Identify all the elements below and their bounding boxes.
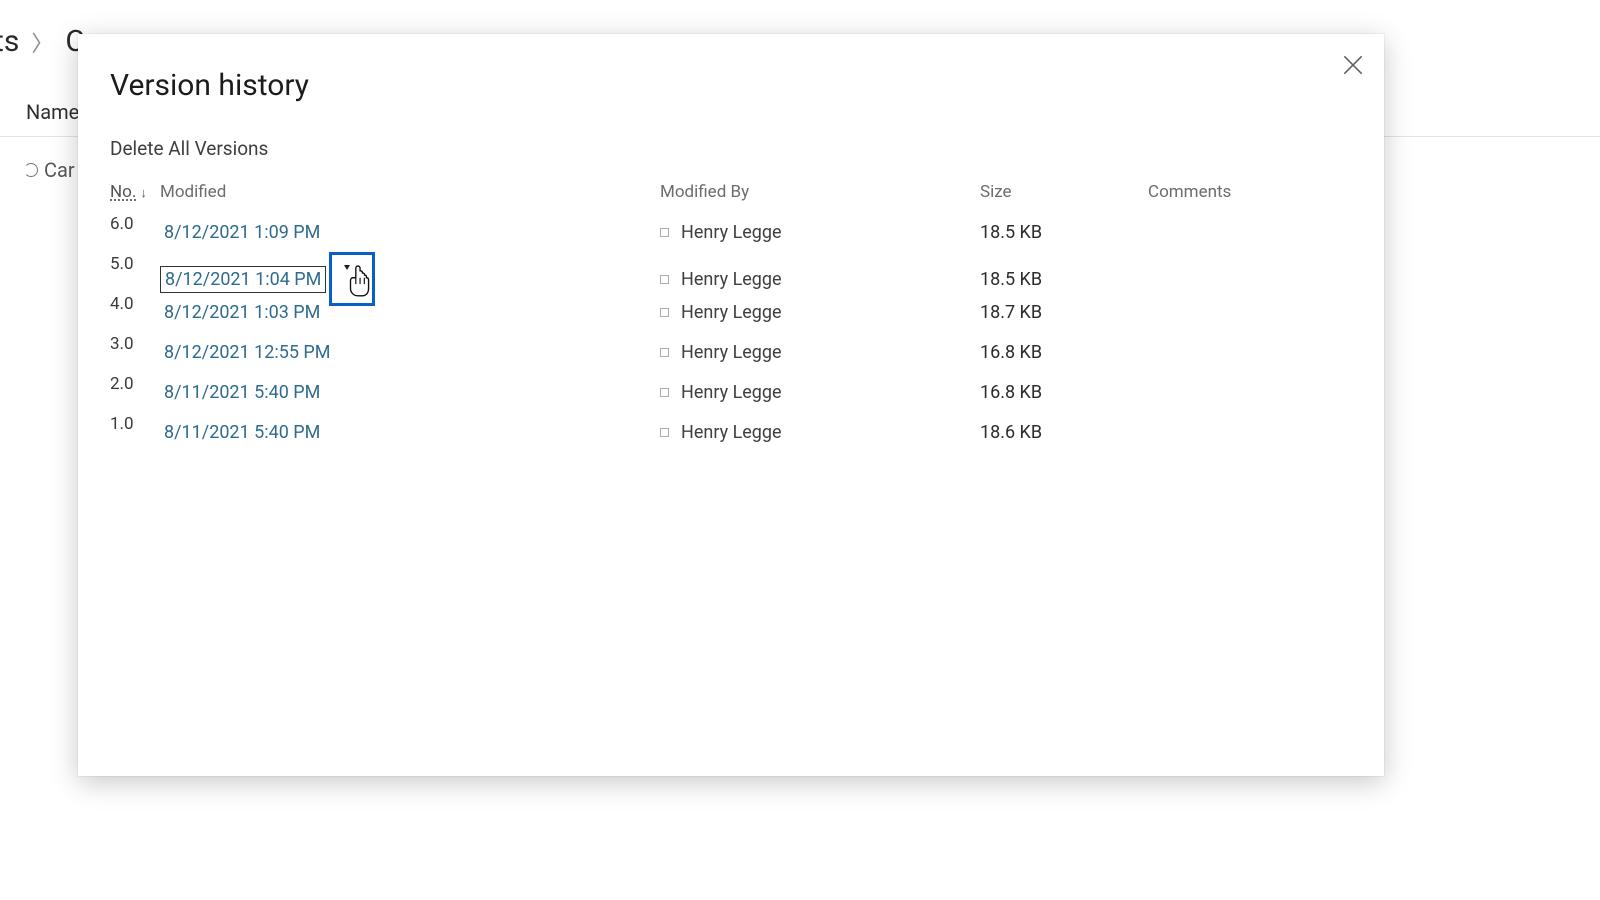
version-number: 1.0 — [110, 412, 160, 434]
version-table: No.↓ Modified Modified By Size Comments … — [110, 182, 1352, 452]
presence-icon — [660, 388, 669, 397]
presence-icon — [660, 348, 669, 357]
column-header-no[interactable]: No. — [110, 182, 136, 202]
version-number: 6.0 — [110, 212, 160, 234]
sort-desc-icon: ↓ — [140, 186, 147, 201]
delete-all-versions-link[interactable]: Delete All Versions — [110, 137, 268, 160]
version-size: 18.6 KB — [980, 422, 1148, 443]
version-modified-link[interactable]: 8/12/2021 1:09 PM — [160, 220, 660, 245]
table-header: No. ↓ Modified Modified By Size Comments — [110, 182, 1352, 212]
version-modified-link[interactable]: 8/11/2021 5:40 PM — [160, 380, 660, 405]
version-row: 6.08/12/2021 1:09 PMHenry Legge18.5 KB — [110, 212, 1352, 252]
version-modified-by[interactable]: Henry Legge — [660, 382, 980, 403]
presence-icon — [660, 428, 669, 437]
version-modified-by[interactable]: Henry Legge — [660, 222, 980, 243]
breadcrumb-prev[interactable]: ts — [0, 24, 19, 59]
column-header-modified[interactable]: Modified — [160, 182, 660, 202]
version-modified-link[interactable]: 8/12/2021 12:55 PM — [160, 340, 660, 365]
dialog-title: Version history — [110, 68, 1352, 103]
version-history-dialog: Version history Delete All Versions No. ↓… — [78, 34, 1384, 776]
version-number: 5.0 — [110, 252, 160, 274]
presence-icon — [660, 275, 669, 284]
column-header-size[interactable]: Size — [980, 182, 1148, 202]
version-number: 3.0 — [110, 332, 160, 354]
version-size: 18.7 KB — [980, 302, 1148, 323]
presence-icon — [660, 228, 669, 237]
version-modified-link[interactable]: 8/11/2021 5:40 PM — [160, 420, 660, 445]
version-actions-dropdown[interactable] — [329, 252, 375, 306]
column-header-name[interactable]: Name — [26, 100, 79, 124]
version-number: 4.0 — [110, 292, 160, 314]
column-header-comments[interactable]: Comments — [1148, 182, 1352, 202]
version-size: 18.5 KB — [980, 269, 1148, 290]
version-row: 1.08/11/2021 5:40 PMHenry Legge18.6 KB — [110, 412, 1352, 452]
version-size: 16.8 KB — [980, 382, 1148, 403]
cursor-icon — [346, 265, 372, 299]
version-size: 18.5 KB — [980, 222, 1148, 243]
version-modified-by[interactable]: Henry Legge — [660, 342, 980, 363]
close-button[interactable] — [1340, 52, 1366, 78]
version-row: 5.08/12/2021 1:04 PMHenry Legge18.5 KB — [110, 252, 1352, 292]
version-modified-by[interactable]: Henry Legge — [660, 422, 980, 443]
chevron-right-icon: 〉 — [31, 26, 53, 58]
version-size: 16.8 KB — [980, 342, 1148, 363]
version-modified-link[interactable]: 8/12/2021 1:03 PM — [160, 300, 660, 325]
version-modified-by[interactable]: Henry Legge — [660, 302, 980, 323]
version-modified-link[interactable]: 8/12/2021 1:04 PM — [160, 252, 660, 306]
chevron-down-icon — [344, 265, 350, 270]
version-modified-by[interactable]: Henry Legge — [660, 269, 980, 290]
version-number: 2.0 — [110, 372, 160, 394]
column-header-modified-by[interactable]: Modified By — [660, 182, 980, 202]
presence-icon — [660, 308, 669, 317]
version-row: 3.08/12/2021 12:55 PMHenry Legge16.8 KB — [110, 332, 1352, 372]
sync-icon — [24, 163, 38, 177]
close-icon — [1340, 52, 1366, 78]
version-row: 2.08/11/2021 5:40 PMHenry Legge16.8 KB — [110, 372, 1352, 412]
